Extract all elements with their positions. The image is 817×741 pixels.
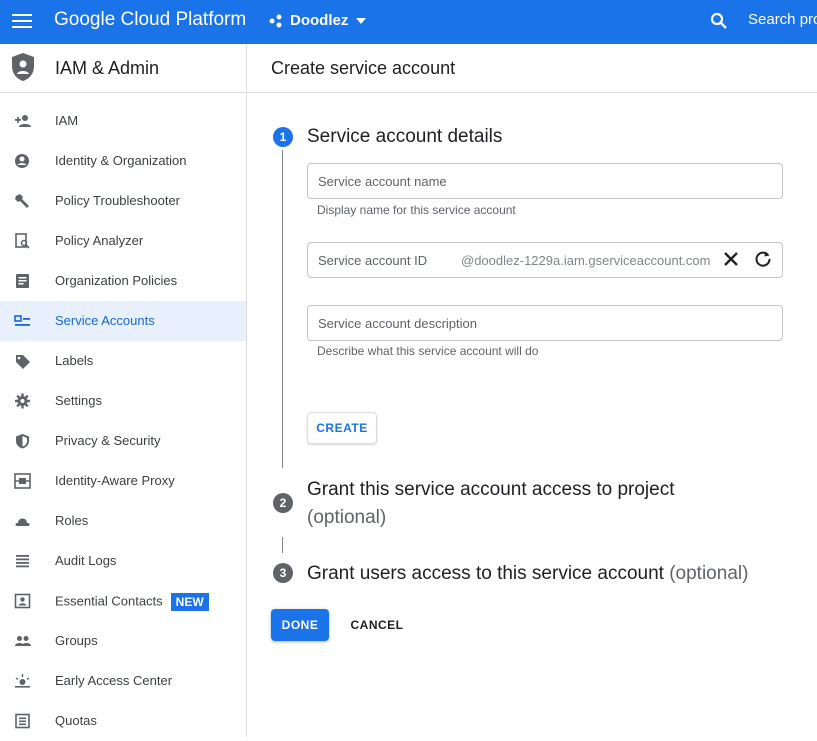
sidebar-item-early-access-center[interactable]: Early Access Center (0, 661, 246, 701)
new-badge: NEW (170, 593, 209, 611)
search-input[interactable]: Search pro (748, 11, 817, 28)
close-icon[interactable] (723, 251, 739, 267)
create-button[interactable]: CREATE (307, 412, 377, 444)
id-placeholder: Service account ID (318, 253, 428, 268)
sidebar-item-privacy-security[interactable]: Privacy & Security (0, 421, 246, 461)
sidebar-item-label: Settings (55, 393, 102, 408)
hamburger-menu-icon[interactable] (12, 11, 34, 33)
sidebar-item-label: Service Accounts (55, 313, 155, 328)
sidebar-item-roles[interactable]: Roles (0, 501, 246, 541)
step-2-number: 2 (273, 493, 293, 513)
shield-icon (16, 434, 29, 449)
description-helper-text: Describe what this service account will … (317, 344, 539, 358)
sidebar-item-policy-troubleshooter[interactable]: Policy Troubleshooter (0, 181, 246, 221)
id-domain-suffix: @doodlez-1229a.iam.gserviceaccount.com (461, 253, 711, 268)
sidebar-item-organization-policies[interactable]: Organization Policies (0, 261, 246, 301)
sidebar-item-label: Policy Troubleshooter (55, 193, 181, 208)
project-selector[interactable]: Doodlez (268, 12, 367, 29)
brand-title[interactable]: Google Cloud Platform (54, 9, 246, 31)
iam-shield-icon (12, 53, 34, 81)
cancel-button[interactable]: CANCEL (341, 609, 413, 641)
sidebar-item-label: Policy Analyzer (55, 233, 144, 248)
sidebar-title: IAM & Admin (55, 58, 160, 78)
service-account-description-field[interactable]: Service account description (307, 305, 783, 341)
lines-icon (16, 555, 29, 568)
sidebar-item-iam[interactable]: IAM (0, 101, 246, 141)
sidebar-item-labels[interactable]: Labels (0, 341, 246, 381)
sidebar-item-label: Roles (55, 513, 89, 528)
sidebar-header: IAM & Admin (0, 44, 246, 93)
service-account-name-field[interactable]: Service account name (307, 163, 783, 199)
refresh-icon[interactable] (754, 250, 772, 268)
sidebar-item-identity-aware-proxy[interactable]: Identity-Aware Proxy (0, 461, 246, 501)
sidebar-item-label: Organization Policies (55, 273, 178, 288)
sidebar-item-label: Early Access Center (55, 673, 173, 688)
contact-card-icon (14, 593, 31, 609)
quota-icon (15, 713, 30, 729)
list-document-icon (16, 274, 29, 288)
page-title: Create service account (271, 58, 456, 78)
sidebar-item-label: Audit Logs (55, 553, 117, 568)
person-add-icon (15, 115, 31, 127)
sidebar-item-label: Essential Contacts NEW (55, 593, 209, 611)
description-placeholder: Service account description (318, 316, 477, 331)
page-header: Create service account (247, 44, 817, 93)
sidebar-item-audit-logs[interactable]: Audit Logs (0, 541, 246, 581)
sidebar-item-policy-analyzer[interactable]: Policy Analyzer (0, 221, 246, 261)
sidebar-item-label: Identity-Aware Proxy (55, 473, 175, 488)
sidebar-item-groups[interactable]: Groups (0, 621, 246, 661)
sidebar-item-essential-contacts[interactable]: Essential Contacts NEW (0, 581, 246, 621)
step-2-optional: (optional) (307, 507, 387, 528)
sidebar-item-label: IAM (55, 113, 79, 128)
wrench-icon (15, 194, 29, 208)
done-button[interactable]: DONE (271, 609, 329, 641)
step-3-title-text: Grant users access to this service accou… (307, 563, 664, 584)
stepper-connector (282, 150, 283, 468)
account-circle-icon (15, 154, 29, 168)
stepper-connector (282, 537, 283, 553)
sidebar-item-quotas[interactable]: Quotas (0, 701, 246, 741)
document-search-icon (15, 233, 30, 249)
tag-icon (16, 355, 30, 369)
service-account-id-field[interactable]: Service account ID @doodlez-1229a.iam.gs… (307, 242, 783, 278)
name-placeholder: Service account name (318, 174, 447, 189)
step-1-title: Service account details (307, 126, 503, 147)
sidebar: IAM & Admin IAM Identity & Organization … (0, 44, 247, 737)
project-name: Doodlez (290, 12, 349, 29)
top-app-bar: Google Cloud Platform Doodlez Search pro (0, 0, 817, 44)
sidebar-item-settings[interactable]: Settings (0, 381, 246, 421)
project-dots-icon (269, 14, 282, 27)
search-icon[interactable] (709, 11, 729, 31)
sidebar-item-label: Privacy & Security (55, 433, 161, 448)
hat-icon (15, 518, 30, 526)
people-icon (15, 636, 31, 646)
chevron-down-icon (356, 17, 367, 24)
name-helper-text: Display name for this service account (317, 203, 516, 217)
proxy-icon (14, 473, 31, 489)
service-account-icon (14, 315, 30, 326)
sidebar-item-label: Quotas (55, 713, 97, 728)
sidebar-item-text: Essential Contacts (55, 593, 163, 609)
step-3-number: 3 (273, 563, 293, 583)
step-3-optional: (optional) (669, 563, 749, 584)
sidebar-item-label: Labels (55, 353, 94, 368)
sparkle-icon (15, 674, 30, 688)
step-3-title[interactable]: Grant users access to this service accou… (307, 563, 748, 585)
sidebar-item-identity-organization[interactable]: Identity & Organization (0, 141, 246, 181)
gear-icon (15, 393, 30, 409)
sidebar-item-label: Groups (55, 633, 98, 648)
sidebar-item-service-accounts[interactable]: Service Accounts (0, 301, 246, 341)
step-1-number: 1 (273, 127, 293, 147)
step-2-title[interactable]: Grant this service account access to pro… (307, 479, 675, 501)
sidebar-item-label: Identity & Organization (55, 153, 187, 168)
